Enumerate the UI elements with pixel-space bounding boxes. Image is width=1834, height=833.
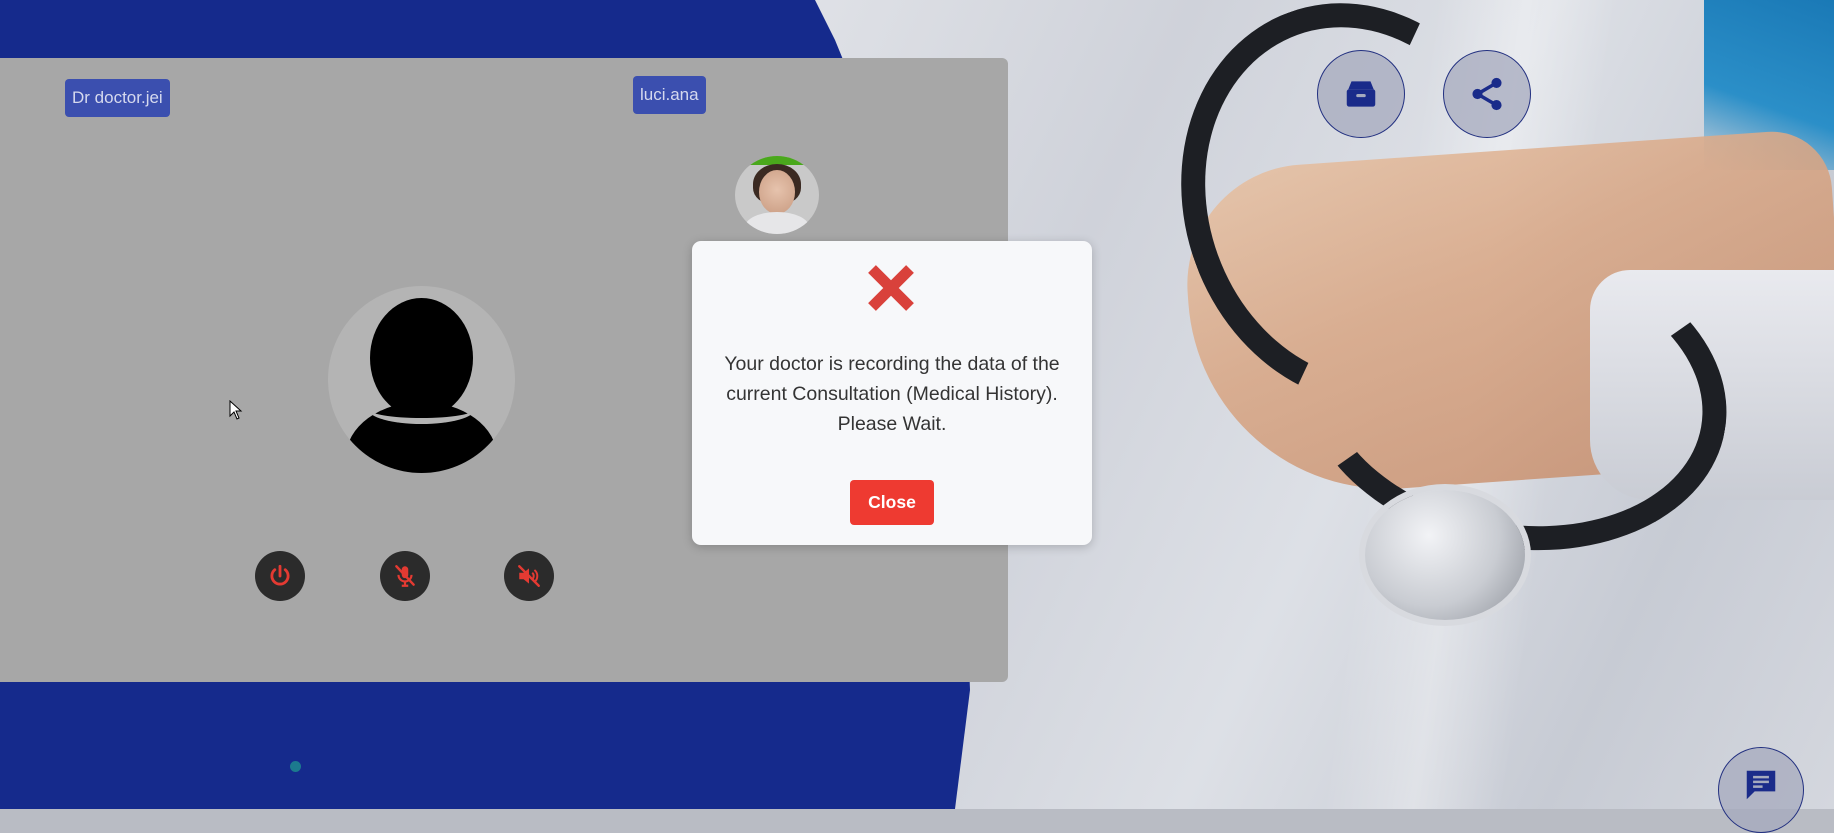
doctor-name-badge: Dr doctor.jei xyxy=(65,79,170,117)
close-button[interactable]: Close xyxy=(850,480,934,525)
mute-mic-button[interactable] xyxy=(380,551,430,601)
speaker-off-icon xyxy=(518,565,540,587)
archive-box-icon xyxy=(1346,81,1376,107)
end-call-button[interactable] xyxy=(255,551,305,601)
archive-button[interactable] xyxy=(1317,50,1405,138)
doctor-avatar xyxy=(328,286,515,473)
patient-video-thumbnail[interactable] xyxy=(735,156,819,234)
mouse-cursor-icon xyxy=(229,400,243,420)
error-x-icon xyxy=(868,265,914,311)
share-icon xyxy=(1472,77,1502,111)
modal-message-line: Please Wait. xyxy=(837,413,947,435)
power-icon xyxy=(270,564,290,586)
modal-message-line: Your doctor is recording the data of the xyxy=(724,353,1060,375)
recording-notice-modal: Your doctor is recording the data of the… xyxy=(692,241,1092,545)
chat-button[interactable] xyxy=(1718,747,1804,833)
stethoscope-chestpiece xyxy=(1365,490,1525,620)
mic-off-icon xyxy=(395,565,415,587)
modal-message-line: current Consultation (Medical History). xyxy=(726,383,1058,405)
share-button[interactable] xyxy=(1443,50,1531,138)
status-dot xyxy=(290,761,301,772)
modal-message: Your doctor is recording the data of the… xyxy=(712,349,1072,439)
patient-name-badge: luci.ana xyxy=(633,76,706,114)
chat-icon xyxy=(1746,770,1776,800)
mute-speaker-button[interactable] xyxy=(504,551,554,601)
